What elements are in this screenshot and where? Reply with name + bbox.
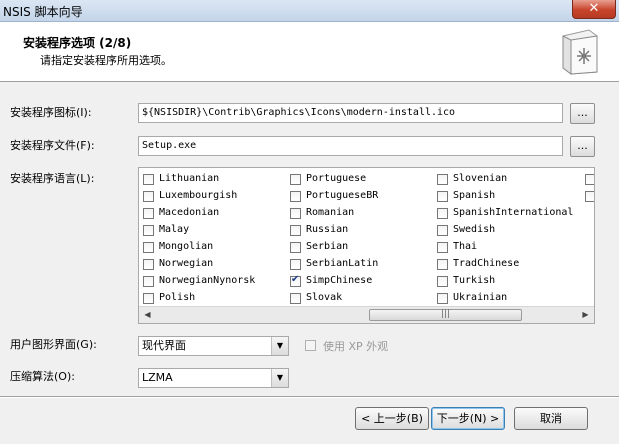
language-checkbox[interactable] — [143, 208, 154, 219]
ui-label: 用户图形界面(G): — [10, 338, 97, 351]
language-horizontal-scrollbar[interactable]: ◀ ||| ▶ — [139, 306, 594, 323]
language-checkbox[interactable] — [437, 174, 448, 185]
compression-select[interactable]: LZMA ▼ — [138, 368, 289, 388]
xp-style-checkbox-label: 使用 XP 外观 — [323, 340, 389, 353]
scroll-left-arrow-icon[interactable]: ◀ — [139, 307, 156, 323]
language-checkbox[interactable] — [143, 174, 154, 185]
compression-label: 压缩算法(O): — [10, 370, 75, 383]
wizard-header: 安装程序选项 (2/8) 请指定安装程序所用选项。 — [0, 22, 619, 82]
language-checkbox[interactable] — [437, 259, 448, 270]
language-checkbox[interactable] — [437, 293, 448, 304]
language-checkbox[interactable] — [290, 191, 301, 202]
back-button[interactable]: < 上一步(B) — [355, 407, 429, 430]
language-checkbox[interactable] — [290, 259, 301, 270]
language-item-partial[interactable] — [585, 172, 594, 187]
installer-file-browse-button[interactable]: ... — [570, 136, 595, 157]
title-bar: NSIS 脚本向导 ✕ — [0, 0, 619, 22]
installer-icon-label: 安装程序图标(I): — [10, 106, 92, 119]
language-checkbox[interactable] — [143, 225, 154, 236]
language-checkbox[interactable] — [437, 208, 448, 219]
footer-separator — [0, 396, 619, 398]
languages-label: 安装程序语言(L): — [10, 172, 95, 185]
close-button[interactable]: ✕ — [572, 0, 616, 19]
next-button[interactable]: 下一步(N) > — [431, 407, 505, 430]
installer-file-label: 安装程序文件(F): — [10, 139, 95, 152]
language-checkbox-checked[interactable] — [290, 274, 301, 287]
language-checkbox[interactable] — [585, 191, 594, 202]
ui-select-value: 现代界面 — [142, 339, 186, 352]
chevron-down-icon[interactable]: ▼ — [271, 337, 288, 355]
language-checkbox[interactable] — [290, 242, 301, 253]
language-checkbox[interactable] — [290, 293, 301, 304]
language-checkbox[interactable] — [290, 225, 301, 236]
installer-icon-browse-button[interactable]: ... — [570, 103, 595, 124]
language-checkbox[interactable] — [143, 259, 154, 270]
language-checkbox[interactable] — [143, 191, 154, 202]
installer-icon-input[interactable]: ${NSISDIR}\Contrib\Graphics\Icons\modern… — [138, 103, 563, 123]
language-checkbox[interactable] — [290, 208, 301, 219]
language-checkbox[interactable] — [437, 191, 448, 202]
page-title: 安装程序选项 (2/8) — [23, 36, 132, 50]
language-checkbox[interactable] — [437, 225, 448, 236]
cancel-button[interactable]: 取消 — [514, 407, 588, 430]
installer-file-input[interactable]: Setup.exe — [138, 136, 563, 156]
language-checkbox[interactable] — [290, 174, 301, 185]
scroll-right-arrow-icon[interactable]: ▶ — [577, 307, 594, 323]
window-title: NSIS 脚本向导 — [3, 5, 83, 19]
language-checkbox[interactable] — [143, 293, 154, 304]
ui-select[interactable]: 现代界面 ▼ — [138, 336, 289, 356]
page-subtitle: 请指定安装程序所用选项。 — [40, 54, 172, 67]
language-checkbox[interactable] — [585, 174, 594, 185]
language-checkbox[interactable] — [437, 276, 448, 287]
language-list[interactable]: Lithuanian Luxembourgish Macedonian Mala… — [138, 167, 595, 324]
language-checkbox[interactable] — [437, 242, 448, 253]
language-checkbox[interactable] — [143, 276, 154, 287]
compression-select-value: LZMA — [142, 371, 173, 384]
installer-box-icon — [562, 29, 598, 75]
language-item-partial[interactable] — [585, 189, 594, 204]
chevron-down-icon[interactable]: ▼ — [271, 369, 288, 387]
scrollbar-thumb[interactable]: ||| — [369, 309, 522, 321]
language-checkbox[interactable] — [143, 242, 154, 253]
xp-style-checkbox-box[interactable] — [305, 340, 316, 351]
